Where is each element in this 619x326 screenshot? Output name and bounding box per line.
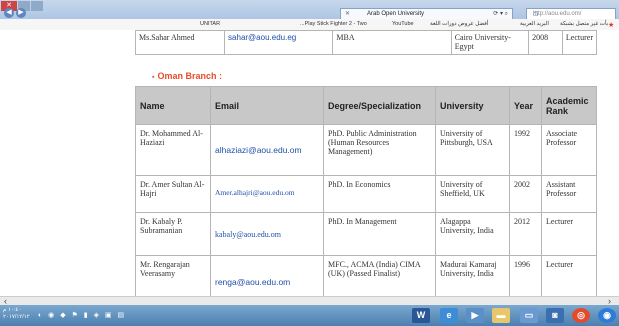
fav-item[interactable]: أفضل عروض دورات اللغة [430,19,488,30]
chrome-icon[interactable]: ◎ [572,308,590,323]
table-row: Dr. Amer Sultan Al-Hajri Amer.alhajri@ao… [135,175,597,213]
app-icon[interactable]: ◙ [546,308,564,323]
degree-cell: PhD. In Management [323,212,436,256]
university-cell: University of Pittsburgh, USA [435,124,510,176]
faculty-table-previous: Ms.Sahar Ahmed sahar@aou.edu.eg MBA Cair… [134,30,598,55]
start-orb-icon[interactable]: ◉ [598,308,616,323]
fav-item[interactable]: بأت غير متصل بشبكة [560,19,608,30]
taskbar: ١٠:٤٠ م ٢٠١٧/١٢/١٢ ◐ ◉ ◆ ⚑ ▮ ◈ ▣ ▤ W e ▶… [0,305,619,326]
branch-heading: ▪ Oman Branch : [152,71,222,81]
rank-cell: Assistant Professor [541,175,597,213]
table-header-row: Name Email Degree/Specialization Univers… [135,86,597,125]
rank-cell: Lecturer [541,212,597,256]
university-cell: Alagappa University, India [435,212,510,256]
folder-icon[interactable]: ▬ [492,308,510,323]
name-cell: Dr. Amer Sultan Al-Hajri [135,175,211,213]
name-cell: Ms.Sahar Ahmed [134,30,226,55]
fav-item[interactable]: YouTube [392,19,414,30]
table-row: Dr. Mohammed Al- Haziazi alhaziazi@aou.e… [135,124,597,176]
monitor-icon[interactable]: ▭ [520,308,538,323]
web-page: Ms.Sahar Ahmed sahar@aou.edu.eg MBA Cair… [0,30,619,309]
minimize-window-button[interactable] [31,1,43,11]
degree-cell: MBA [332,30,452,55]
fav-item[interactable]: البريد العربية [520,19,549,30]
year-cell: 2002 [509,175,542,213]
branch-title: Oman Branch : [157,71,222,81]
year-cell: 2008 [528,30,563,55]
email-link[interactable]: sahar@aou.edu.eg [224,30,334,55]
clock[interactable]: ١٠:٤٠ م ٢٠١٧/١٢/١٢ [3,307,30,321]
faculty-table-oman: Name Email Degree/Specialization Univers… [135,86,597,309]
year-cell: 2012 [509,212,542,256]
header-rank: Academic Rank [541,86,597,125]
rank-cell: Associate Professor [541,124,597,176]
fav-item[interactable]: UNITAR [200,19,220,30]
media-player-icon[interactable]: ▶ [466,308,484,323]
word-icon[interactable]: W [412,308,430,323]
name-cell: Dr. Mohammed Al- Haziazi [135,124,211,176]
clock-date: ٢٠١٧/١٢/١٢ [3,314,30,320]
content-column: Ms.Sahar Ahmed sahar@aou.edu.eg MBA Cair… [117,30,607,309]
rank-cell: Lecturer [561,30,598,55]
home-icon[interactable]: ⌂ [533,8,619,19]
header-year: Year [509,86,542,125]
university-cell: Cairo University-Egypt [450,30,530,55]
clock-time: ١٠:٤٠ م [3,307,22,313]
back-arrow-icon[interactable]: ◀ [4,8,14,18]
year-cell: 1992 [509,124,542,176]
university-cell: University of Sheffield, UK [435,175,510,213]
table-row: Ms.Sahar Ahmed sahar@aou.edu.eg MBA Cair… [134,30,598,55]
email-link[interactable]: Amer.alhajri@aou.edu.om [210,175,324,213]
fav-item[interactable]: ...Play Stick Fighter 2 - Two [300,19,367,30]
bullet-icon: ▪ [152,74,155,81]
system-tray[interactable]: ◐ ◉ ◆ ⚑ ▮ ◈ ▣ ▤ [38,311,126,319]
table-row: Dr. Kabaly P. Subramanian kabaly@aou.edu… [135,212,597,256]
internet-explorer-icon[interactable]: e [440,308,458,323]
email-link[interactable]: alhaziazi@aou.edu.om [210,124,324,176]
header-degree: Degree/Specialization [323,86,436,125]
degree-cell: PhD. In Economics [323,175,436,213]
degree-cell: PhD. Public Administration (Human Resour… [323,124,436,176]
email-link[interactable]: kabaly@aou.edu.om [210,212,324,256]
header-name: Name [135,86,211,125]
name-cell: Dr. Kabaly P. Subramanian [135,212,211,256]
header-university: University [435,86,510,125]
browser-title-bar: ✕ ◀ ▶ ✕ Arab Open University ⟳ ▾ ⌕ http:… [0,0,619,21]
forward-arrow-icon[interactable]: ▶ [16,8,26,18]
header-email: Email [210,86,324,125]
